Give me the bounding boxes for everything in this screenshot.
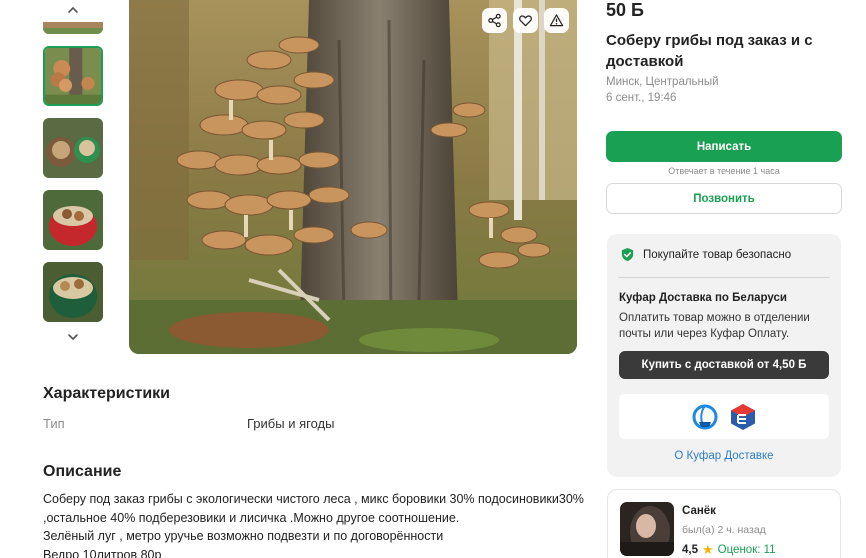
call-button[interactable]: Позвонить	[606, 183, 842, 214]
favorite-button[interactable]	[513, 8, 538, 33]
delivery-title: Куфар Доставка по Беларуси	[619, 292, 787, 304]
mushroom-photo	[129, 0, 577, 354]
share-icon	[488, 13, 501, 28]
thumbnail-partial[interactable]	[43, 22, 103, 34]
thumbnail[interactable]	[43, 262, 103, 322]
photo-thumbnails	[42, 0, 104, 350]
characteristics-heading: Характеристики	[43, 385, 171, 402]
characteristic-key: Тип	[43, 416, 65, 431]
delivery-logos	[619, 394, 829, 439]
characteristic-value: Грибы и ягоды	[247, 416, 335, 431]
buy-with-delivery-button[interactable]: Купить с доставкой от 4,50 Б	[619, 351, 829, 379]
share-button[interactable]	[482, 8, 507, 33]
description-line: Зелёный луг , метро уручье возможно подв…	[43, 529, 444, 543]
thumbnail[interactable]	[43, 190, 103, 250]
delivery-text: Оплатить товар можно в отделении почты и…	[619, 312, 810, 340]
shield-check-icon	[621, 247, 634, 262]
rating-value: 4,5	[682, 544, 698, 556]
description-heading: Описание	[43, 463, 122, 480]
star-icon: ★	[702, 542, 714, 557]
seller-rating: 4,5 ★ Оценок: 11	[682, 542, 776, 558]
description-line: Соберу под заказ грибы с экологически чи…	[43, 492, 584, 506]
thumbnail[interactable]	[43, 118, 103, 178]
europochta-logo-icon	[731, 403, 755, 430]
about-delivery-link[interactable]: О Куфар Доставке	[607, 450, 841, 462]
thumbnails-up-button[interactable]	[42, 0, 104, 20]
write-message-button[interactable]: Написать	[606, 131, 842, 162]
description-text: Соберу под заказ грибы с экологически чи…	[43, 490, 603, 558]
heart-icon	[519, 15, 532, 27]
divider	[618, 277, 830, 278]
thumbnail-active[interactable]	[43, 46, 103, 106]
listing-price: 50 Б	[606, 0, 644, 20]
safe-purchase-heading: Покупайте товар безопасно	[643, 248, 792, 261]
chevron-down-icon	[68, 334, 78, 341]
warning-icon	[549, 14, 564, 27]
safe-purchase-panel: Покупайте товар безопасно Куфар Доставка…	[607, 234, 841, 477]
safe-purchase-header: Покупайте товар безопасно	[620, 247, 791, 262]
seller-last-seen: был(а) 2 ч. назад	[682, 524, 766, 536]
description-line: Ведро 10литров 80р	[43, 547, 162, 558]
report-button[interactable]	[544, 8, 569, 33]
listing-date: 6 сент., 19:46	[606, 92, 677, 104]
seller-card[interactable]: Санёк был(а) 2 ч. назад 4,5 ★ Оценок: 11	[607, 489, 841, 558]
seller-name[interactable]: Санёк	[682, 505, 716, 517]
belpost-logo-icon	[692, 404, 718, 429]
photo-actions	[482, 8, 569, 33]
reviews-link[interactable]: Оценок: 11	[718, 544, 776, 556]
thumbnails-down-button[interactable]	[42, 327, 104, 347]
listing-title: Соберу грибы под заказ и с доставкой	[606, 32, 813, 70]
reply-time-note: Отвечает в течение 1 часа	[668, 166, 780, 176]
listing-location: Минск, Центральный	[606, 76, 719, 88]
main-photo[interactable]	[129, 0, 577, 354]
chevron-up-icon	[68, 6, 78, 13]
description-line: ,остальное 40% подберезовики и лисичка .…	[43, 510, 460, 525]
avatar[interactable]	[620, 502, 674, 556]
